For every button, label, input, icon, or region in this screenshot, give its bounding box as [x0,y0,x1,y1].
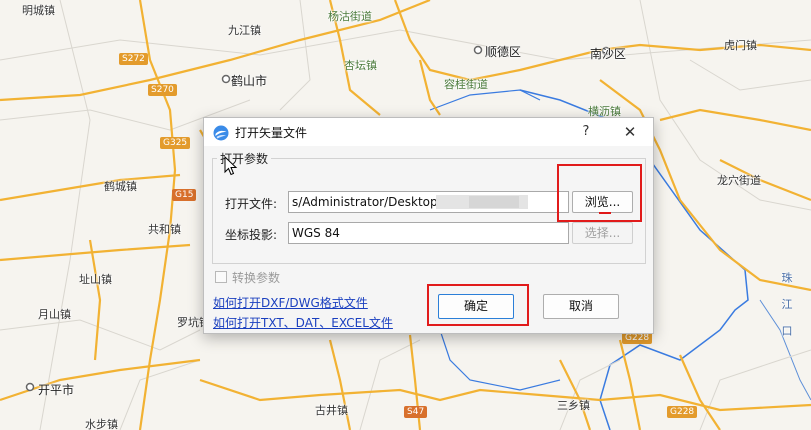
redacted-region [469,196,519,208]
map-label-mingcheng: 明城镇 [22,4,55,17]
help-button[interactable]: ? [576,122,596,142]
map-label-heshan: 鹤山市 [231,74,268,88]
map-label-jiujiang: 九江镇 [228,24,261,37]
road-shield-g15: G15 [172,189,197,201]
cancel-button[interactable]: 取消 [543,294,619,319]
road-shield-g228-b: G228 [667,406,698,418]
help-link-dxf-dwg[interactable]: 如何打开DXF/DWG格式文件 [213,294,368,311]
map-label-sanxiang: 三乡镇 [557,399,590,412]
browse-annotation-underline [599,212,611,214]
help-link-txt-dat-excel[interactable]: 如何打开TXT、DAT、EXCEL文件 [213,314,393,331]
map-label-longxue: 龙穴街道 [717,174,761,187]
map-label-zhujiangkou: 珠 江 口 [780,272,793,342]
map-label-xingtan: 杏坛镇 [344,59,377,72]
app-logo-icon [213,125,229,141]
convert-params-label: 转换参数 [232,271,281,285]
map-label-humen: 虎门镇 [724,39,757,52]
projection-label: 坐标投影: [225,228,278,242]
map-label-hecheng: 鹤城镇 [104,180,137,193]
map-label-yueshan: 月山镇 [38,308,71,321]
file-path-input[interactable]: s/Administrator/Desktop/ .bmv [288,191,569,213]
map-label-kaiping: 开平市 [38,383,75,397]
close-button[interactable]: ✕ [620,122,640,142]
mouse-cursor-icon [224,156,238,176]
map-label-gonghe: 共和镇 [148,223,181,236]
convert-params-checkbox[interactable] [215,271,227,283]
projection-input[interactable]: WGS 84 [288,222,569,244]
road-shield-s270: S270 [148,84,177,96]
map-label-ronggui: 容桂街道 [444,78,488,91]
browse-button[interactable]: 浏览... [572,191,633,213]
ok-button[interactable]: 确定 [438,294,514,319]
open-vector-file-dialog: 打开矢量文件 ? ✕ 打开参数 打开文件: s/Administrator/De… [203,117,654,334]
map-label-shuibu: 水步镇 [85,418,118,430]
map-label-zhishan: 址山镇 [79,273,112,286]
map-label-yanggu: 杨沽街道 [328,10,372,23]
road-shield-s272: S272 [119,53,148,65]
map-label-shunde: 顺德区 [485,45,522,59]
map-label-nansha: 南沙区 [590,47,627,61]
select-projection-button[interactable]: 选择... [572,222,633,244]
dialog-titlebar[interactable]: 打开矢量文件 ? ✕ [204,118,653,146]
road-shield-s47: S47 [404,406,428,418]
file-label: 打开文件: [225,197,278,211]
dialog-title: 打开矢量文件 [235,126,308,140]
map-label-gujing: 古井镇 [315,404,348,417]
road-shield-g325: G325 [160,137,191,149]
